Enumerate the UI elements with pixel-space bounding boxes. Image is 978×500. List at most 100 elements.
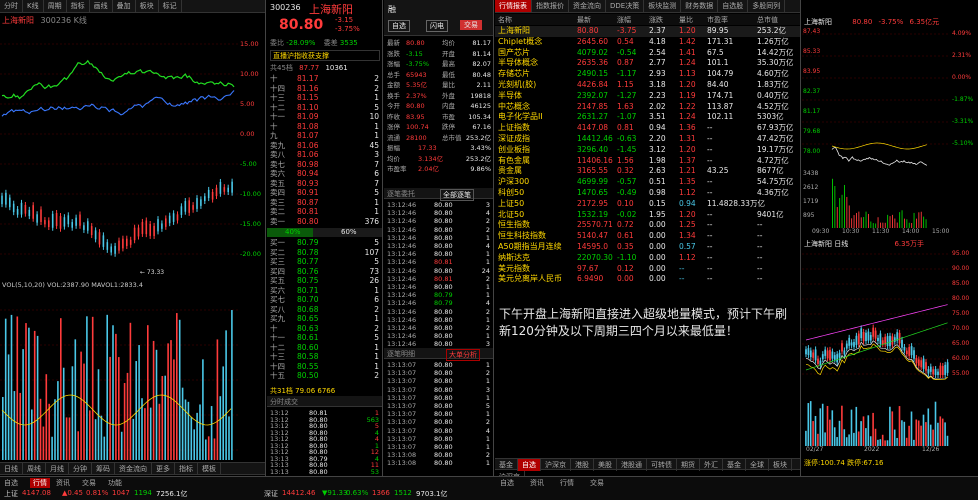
watch-bottom-tab-0[interactable]: 基金 bbox=[495, 459, 518, 471]
watch-row[interactable]: 贵金属 3165.55 0.32 2.63 1.21 43.25 8677亿 bbox=[495, 166, 800, 177]
kline-tab-0[interactable]: 分时 bbox=[0, 0, 23, 12]
volume-bar bbox=[915, 419, 918, 446]
watch-col-header[interactable]: 总市值 bbox=[757, 15, 778, 25]
kline-tab-3[interactable]: 指标 bbox=[67, 0, 90, 12]
watch-col-header[interactable]: 量比 bbox=[679, 15, 693, 25]
kline-tab-2[interactable]: 周期 bbox=[44, 0, 67, 12]
watch-tab-4[interactable]: 板块监测 bbox=[644, 0, 682, 12]
watch-bottom-tab-10[interactable]: 全球 bbox=[746, 459, 769, 471]
watch-cap: 1.26万亿 bbox=[757, 36, 789, 46]
watch-row[interactable]: 半导体 2392.07 -1.27 2.23 1.19 174.71 0.40万亿 bbox=[495, 91, 800, 102]
watch-row[interactable]: 纳斯达克 22070.30 -1.10 0.00 1.12 -- -- bbox=[495, 253, 800, 264]
watch-row[interactable]: 半导体概念 2635.36 0.87 2.77 1.24 101.1 35.30万亿 bbox=[495, 58, 800, 69]
status-right-tab-1[interactable]: 资讯 bbox=[530, 478, 544, 488]
status-left-tab-0[interactable]: 自选 bbox=[4, 478, 18, 488]
watch-col-header[interactable]: 名称 bbox=[498, 15, 512, 25]
kline-tab-1[interactable]: K线 bbox=[23, 0, 44, 12]
candle bbox=[168, 215, 171, 224]
watch-row[interactable]: 美元指数 97.67 0.12 0.00 -- -- -- bbox=[495, 264, 800, 275]
kline-bottom-tab-4[interactable]: 筹码 bbox=[92, 463, 115, 475]
watch-pct: 0.87 bbox=[617, 58, 634, 68]
status-left-tab-2[interactable]: 资讯 bbox=[56, 478, 70, 488]
watch-pct: -0.57 bbox=[617, 177, 637, 187]
watch-bottom-tab-2[interactable]: 沪深京 bbox=[541, 459, 571, 471]
watch-row[interactable]: 科创50 1470.65 -0.49 0.98 1.12 -- 4.36万亿 bbox=[495, 188, 800, 199]
watch-bottom-tab-11[interactable]: 板块 bbox=[769, 459, 792, 471]
quote-percent: -3.75% bbox=[335, 25, 360, 33]
status-right-tab-2[interactable]: 行情 bbox=[560, 478, 574, 488]
watch-pe: -- bbox=[707, 188, 713, 197]
watch-tab-5[interactable]: 财务数据 bbox=[681, 0, 719, 12]
volume-bar bbox=[874, 428, 877, 446]
daily-chart[interactable] bbox=[802, 250, 950, 446]
watch-tab-3[interactable]: DDE决策 bbox=[606, 0, 645, 12]
watch-tab-0[interactable]: 行情报表 bbox=[495, 0, 532, 12]
status-left-tab-3[interactable]: 交易 bbox=[82, 478, 96, 488]
watch-row[interactable]: 深证成指 14412.46 -0.63 2.20 1.31 -- 47.42万亿 bbox=[495, 134, 800, 145]
watch-col-header[interactable]: 涨跌 bbox=[649, 15, 663, 25]
book-row[interactable]: 十五 80.50 2 bbox=[267, 371, 382, 382]
trades-tab[interactable]: 分时成交 bbox=[267, 396, 382, 407]
watch-bottom-tab-5[interactable]: 港股通 bbox=[617, 459, 647, 471]
watch-bottom-tab-1[interactable]: 自选 bbox=[518, 459, 541, 471]
watch-col-header[interactable]: 最新 bbox=[577, 15, 591, 25]
watch-tab-1[interactable]: 指数报价 bbox=[532, 0, 569, 12]
kline-bottom-tab-7[interactable]: 指标 bbox=[175, 463, 198, 475]
flash-button[interactable]: 闪电 bbox=[426, 20, 448, 32]
watch-row[interactable]: Chiplet概念 2645.60 0.54 4.18 1.42 171.31 1.26万亿 bbox=[495, 36, 800, 48]
status-right-tab-0[interactable]: 自选 bbox=[500, 478, 514, 488]
watch-bottom-tab-9[interactable]: 基金 bbox=[723, 459, 746, 471]
watch-row[interactable]: 光刻机(胶) 4426.84 1.15 3.18 1.20 84.40 1.83万亿 bbox=[495, 80, 800, 91]
kline-tab-7[interactable]: 标记 bbox=[159, 0, 182, 12]
watch-bottom-tab-8[interactable]: 外汇 bbox=[700, 459, 723, 471]
watch-row[interactable]: 创业板指 3296.40 -1.45 3.12 1.20 -- 19.17万亿 bbox=[495, 145, 800, 156]
kline-bottom-tab-0[interactable]: 日线 bbox=[0, 463, 23, 475]
watch-row[interactable]: A50期指当月连续 14595.0 0.35 0.00 0.57 -- -- bbox=[495, 242, 800, 253]
watch-row[interactable]: 中芯概念 2147.85 1.63 2.02 1.22 113.87 4.52万亿 bbox=[495, 102, 800, 113]
quote-code: 300236 bbox=[270, 3, 301, 12]
watch-chg: 2.37 bbox=[649, 26, 666, 35]
watch-row[interactable]: 电子化学品II 2631.27 -1.07 3.51 1.24 102.11 5303亿 bbox=[495, 112, 800, 123]
kline-bottom-tab-5[interactable]: 资金流向 bbox=[115, 463, 152, 475]
watch-row[interactable]: 恒生科技指数 5140.47 0.61 0.00 1.34 -- -- bbox=[495, 231, 800, 242]
kline-bottom-tab-6[interactable]: 更多 bbox=[152, 463, 175, 475]
kline-bottom-tab-2[interactable]: 月线 bbox=[46, 463, 69, 475]
status-left-tab-1[interactable]: 行情 bbox=[30, 478, 50, 488]
watch-bottom-tab-3[interactable]: 港股 bbox=[571, 459, 594, 471]
kline-tab-4[interactable]: 画线 bbox=[90, 0, 113, 12]
book-row[interactable]: 卖一 80.80 376 bbox=[267, 217, 382, 228]
kline-bottom-tab-8[interactable]: 模板 bbox=[198, 463, 221, 475]
volume-bar bbox=[202, 359, 204, 460]
watch-row[interactable]: 美元兑离岸人民币 6.9490 0.00 0.00 -- -- -- bbox=[495, 274, 800, 285]
volume-chart[interactable] bbox=[0, 290, 238, 460]
watch-col-header[interactable]: 涨幅 bbox=[617, 15, 631, 25]
watch-row[interactable]: 沪深300 4699.99 -0.57 0.51 1.35 -- 54.75万亿 bbox=[495, 177, 800, 188]
trade-button[interactable]: 交易 bbox=[460, 20, 482, 30]
watch-row[interactable]: 上证50 2172.95 0.10 0.15 0.94 11.4828.33万亿 bbox=[495, 199, 800, 210]
watch-tab-2[interactable]: 资金流向 bbox=[569, 0, 606, 12]
watch-bottom-tab-4[interactable]: 美股 bbox=[594, 459, 617, 471]
watch-row[interactable]: 存储芯片 2490.15 -1.17 2.93 1.13 104.79 4.60万亿 bbox=[495, 69, 800, 80]
watch-row[interactable]: 国产芯片 4079.02 -0.54 2.54 1.41 67.5 14.42万亿 bbox=[495, 48, 800, 59]
margin-button[interactable]: 融 bbox=[388, 4, 396, 15]
watch-bottom-tab-6[interactable]: 可转债 bbox=[647, 459, 677, 471]
watch-row[interactable]: 恒生指数 25570.71 0.72 0.00 1.25 -- -- bbox=[495, 220, 800, 231]
status-right-tab-3[interactable]: 交易 bbox=[590, 478, 604, 488]
candle bbox=[819, 360, 822, 366]
watchlist-button[interactable]: 自选 bbox=[388, 20, 410, 32]
kline-bottom-tab-1[interactable]: 周线 bbox=[23, 463, 46, 475]
watch-row[interactable]: 上证指数 4147.08 0.81 0.94 1.36 -- 67.93万亿 bbox=[495, 123, 800, 134]
watch-col-header[interactable]: 市盈率 bbox=[707, 15, 728, 25]
kline-tab-5[interactable]: 叠加 bbox=[113, 0, 136, 12]
kline-chart[interactable]: ← 73.33 bbox=[0, 26, 238, 278]
watch-row[interactable]: 上海新阳 80.80 -3.75 2.37 1.20 89.95 253.2亿 bbox=[495, 26, 800, 37]
status-left-tab-4[interactable]: 功能 bbox=[108, 478, 122, 488]
watch-bottom-tab-7[interactable]: 期货 bbox=[677, 459, 700, 471]
watch-tab-7[interactable]: 多股同列 bbox=[748, 0, 786, 12]
live-notice[interactable]: 直播沪指收获支撑 bbox=[270, 50, 380, 61]
kline-bottom-tab-3[interactable]: 分钟 bbox=[69, 463, 92, 475]
watch-tab-6[interactable]: 自选股 bbox=[718, 0, 749, 12]
watch-row[interactable]: 有色金属 11406.16 1.56 1.98 1.37 -- 4.72万亿 bbox=[495, 156, 800, 167]
kline-tab-6[interactable]: 板块 bbox=[136, 0, 159, 12]
watch-row[interactable]: 北证50 1532.19 -0.02 1.95 1.20 -- 9401亿 bbox=[495, 210, 800, 221]
